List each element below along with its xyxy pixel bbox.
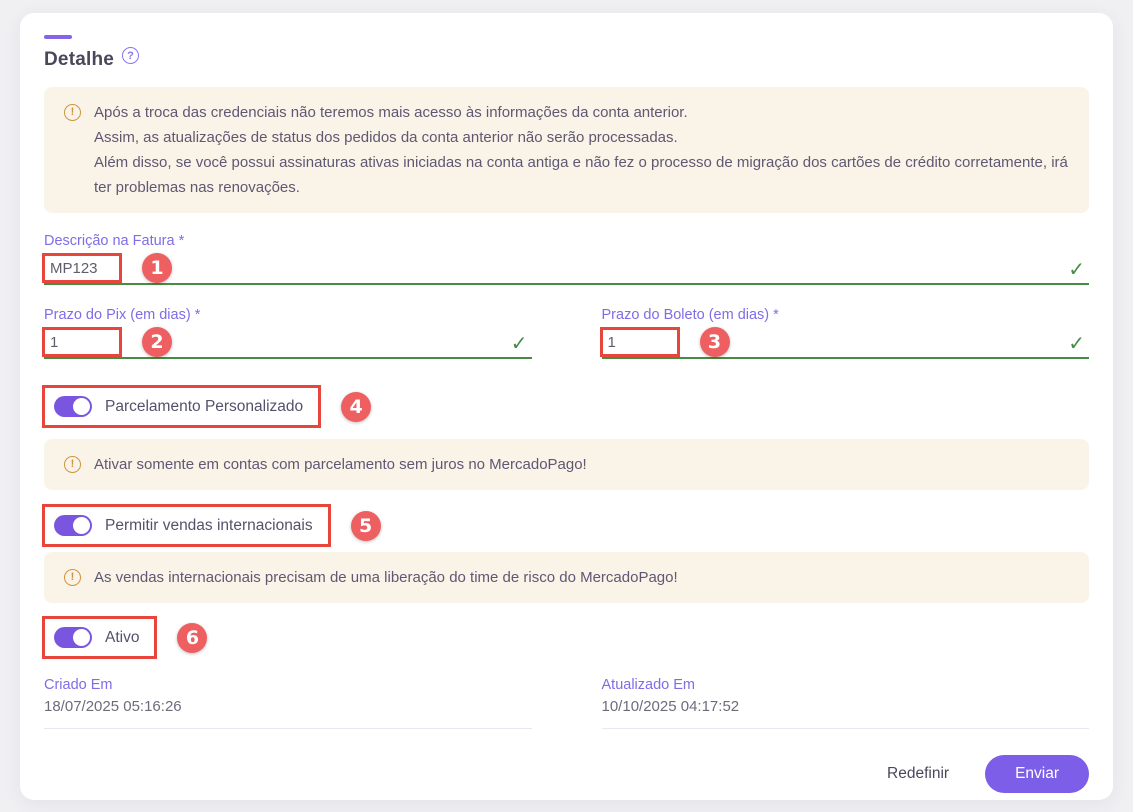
valid-check-icon: ✓: [1068, 334, 1085, 354]
invoice-description-input[interactable]: [44, 255, 120, 281]
reset-button[interactable]: Redefinir: [887, 765, 949, 783]
installments-warning-alert: ! Ativar somente em contas com parcelame…: [44, 439, 1089, 490]
toggle-knob: [73, 517, 90, 534]
updated-at-field: Atualizado Em 10/10/2025 04:17:52: [602, 677, 1090, 729]
warning-icon: !: [64, 104, 81, 121]
invoice-description-field: Descrição na Fatura * 1 ✓: [44, 233, 1089, 285]
international-warning-text: As vendas internacionais precisam de uma…: [94, 565, 678, 590]
custom-installments-toggle[interactable]: [54, 396, 92, 417]
created-at-label: Criado Em: [44, 677, 532, 693]
international-sales-toggle[interactable]: [54, 515, 92, 536]
international-warning-alert: ! As vendas internacionais precisam de u…: [44, 552, 1089, 603]
installments-warning-text: Ativar somente em contas com parcelament…: [94, 452, 587, 477]
active-toggle[interactable]: [54, 627, 92, 648]
credentials-warning-text: Após a troca das credenciais não teremos…: [94, 100, 1069, 200]
credentials-warning-alert: ! Após a troca das credenciais não terem…: [44, 87, 1089, 213]
accent-dash-icon: [44, 35, 72, 39]
updated-at-label: Atualizado Em: [602, 677, 1090, 693]
warning-line: Além disso, se você possui assinaturas a…: [94, 150, 1069, 200]
valid-check-icon: ✓: [511, 334, 528, 354]
annotation-badge-6: 6: [177, 623, 207, 653]
international-sales-label: Permitir vendas internacionais: [105, 517, 313, 535]
help-icon[interactable]: ?: [122, 47, 139, 64]
invoice-description-label: Descrição na Fatura *: [44, 233, 1089, 249]
toggle-knob: [73, 629, 90, 646]
submit-button[interactable]: Enviar: [985, 755, 1089, 793]
boleto-deadline-field: Prazo do Boleto (em dias) * 3 ✓: [602, 307, 1090, 359]
annotation-badge-1: 1: [142, 253, 172, 283]
pix-deadline-field: Prazo do Pix (em dias) * 2 ✓: [44, 307, 532, 359]
warning-icon: !: [64, 456, 81, 473]
active-label: Ativo: [105, 629, 139, 647]
warning-icon: !: [64, 569, 81, 586]
created-at-field: Criado Em 18/07/2025 05:16:26: [44, 677, 532, 729]
annotation-badge-3: 3: [700, 327, 730, 357]
form-actions: Redefinir Enviar: [44, 755, 1089, 793]
pix-deadline-input[interactable]: [44, 329, 120, 355]
annotation-badge-5: 5: [351, 511, 381, 541]
valid-check-icon: ✓: [1068, 260, 1085, 280]
boleto-deadline-input[interactable]: [602, 329, 678, 355]
pix-deadline-label: Prazo do Pix (em dias) *: [44, 307, 532, 323]
boleto-deadline-label: Prazo do Boleto (em dias) *: [602, 307, 1090, 323]
annotation-badge-2: 2: [142, 327, 172, 357]
page-title: Detalhe: [44, 49, 114, 71]
created-at-value: 18/07/2025 05:16:26: [44, 698, 532, 715]
panel-header: Detalhe ?: [44, 49, 1089, 71]
detail-panel: Detalhe ? ! Após a troca das credenciais…: [20, 13, 1113, 800]
warning-line: Assim, as atualizações de status dos ped…: [94, 125, 1069, 150]
toggle-knob: [73, 398, 90, 415]
warning-line: Após a troca das credenciais não teremos…: [94, 100, 1069, 125]
updated-at-value: 10/10/2025 04:17:52: [602, 698, 1090, 715]
custom-installments-label: Parcelamento Personalizado: [105, 398, 303, 416]
annotation-badge-4: 4: [341, 392, 371, 422]
